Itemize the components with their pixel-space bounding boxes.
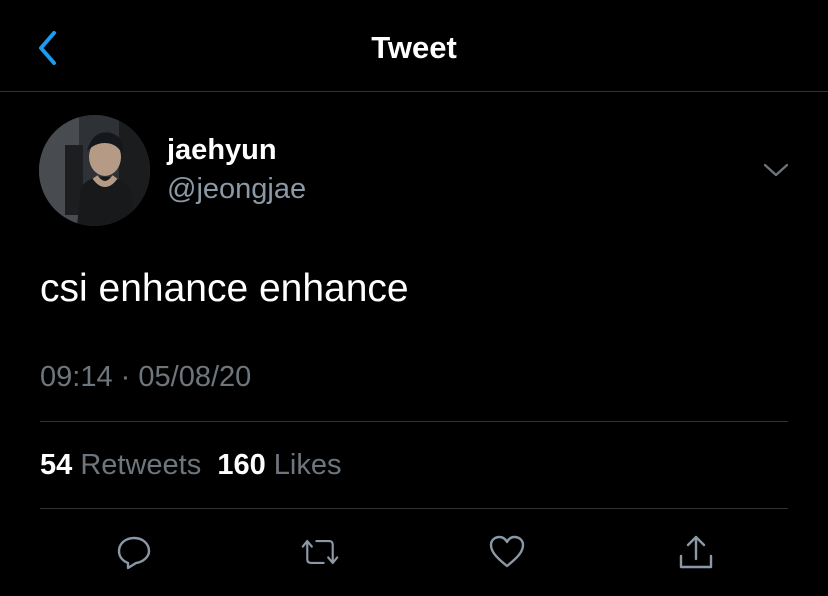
- top-navigation-bar: Tweet: [0, 0, 828, 92]
- share-button[interactable]: [676, 532, 716, 572]
- heart-icon: [489, 535, 525, 568]
- retweets-count: 54: [40, 449, 73, 481]
- chevron-down-icon: [763, 163, 789, 177]
- likes-stat[interactable]: 160 Likes: [217, 449, 341, 481]
- share-icon: [679, 535, 713, 569]
- likes-label: Likes: [273, 449, 342, 481]
- retweet-icon: [301, 540, 339, 565]
- tweet-date: 05/08/20: [138, 361, 252, 393]
- profile-photo: [39, 115, 150, 226]
- reply-button[interactable]: [114, 532, 154, 572]
- like-button[interactable]: [487, 532, 527, 572]
- tweet-timestamp: 09:14 · 05/08/20: [40, 360, 251, 394]
- author-handle[interactable]: @jeongjae: [167, 172, 306, 206]
- page-title: Tweet: [371, 30, 457, 65]
- likes-count: 160: [217, 449, 266, 481]
- engagement-stats: 54 Retweets 160 Likes: [40, 447, 342, 483]
- retweets-stat[interactable]: 54 Retweets: [40, 449, 201, 481]
- author-display-name[interactable]: jaehyun: [167, 133, 277, 167]
- divider: [40, 508, 788, 509]
- tweet-text: csi enhance enhance: [40, 267, 409, 310]
- divider: [40, 421, 788, 422]
- tweet-time: 09:14: [40, 361, 113, 393]
- retweet-button[interactable]: [300, 532, 340, 572]
- author-avatar[interactable]: [39, 115, 150, 226]
- tweet-options-button[interactable]: [760, 158, 792, 182]
- meta-separator: ·: [120, 361, 131, 393]
- reply-icon: [117, 536, 151, 570]
- retweets-label: Retweets: [80, 449, 202, 481]
